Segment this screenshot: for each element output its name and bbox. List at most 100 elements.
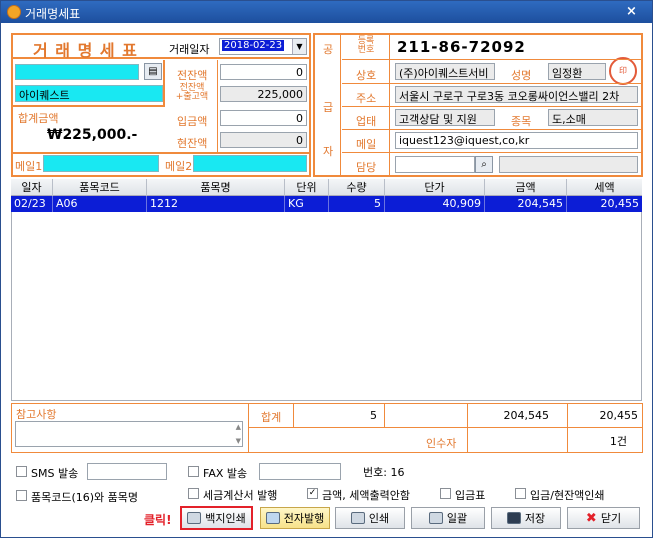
reg-number-label: 등록 번호 [357, 36, 375, 55]
title-bar: 거래명세표 × [1, 1, 652, 23]
scroll-down-icon[interactable]: ▼ [236, 437, 241, 445]
date-label: 거래일자 [169, 43, 210, 56]
invoice-window: 거래명세표 × 거 래 명 세 표 거래일자 2018-02-23 ▼ ▤ 아이… [0, 0, 653, 538]
deposit-slip-label: 입금표 [455, 489, 486, 502]
mail-label: 메일 [356, 138, 377, 151]
supplier-divider-1 [342, 59, 641, 60]
company-label: 상호 [356, 69, 377, 82]
email2-field[interactable] [193, 155, 307, 172]
summary-divider [248, 427, 643, 428]
close-x-icon: ✖ [585, 510, 597, 526]
representative-field: 임정환 [548, 63, 606, 80]
address-label: 주소 [356, 92, 377, 105]
mail-field[interactable]: iquest123@iquest,co,kr [395, 132, 638, 149]
save-button[interactable]: 저장 [491, 507, 561, 529]
summary-total-qty: 5 [370, 409, 377, 422]
save-icon [506, 512, 521, 524]
printer-icon [187, 512, 202, 524]
plain-print-button[interactable]: 백지인쇄 [180, 506, 253, 530]
amount-tax-checkbox[interactable]: ✓ [307, 488, 318, 499]
representative-label: 성명 [511, 69, 532, 82]
contact-detail-field [499, 156, 638, 173]
close-button[interactable]: ✖ 닫기 [567, 507, 640, 529]
cell-price: 40,909 [385, 196, 485, 212]
company-seal: 印 [609, 57, 637, 85]
chevron-down-icon[interactable]: ▼ [292, 39, 306, 54]
table-row[interactable]: 02/23 A06 1212 KG 5 40,909 204,545 20,45… [11, 196, 642, 212]
email1-field[interactable] [43, 155, 159, 172]
fax-checkbox[interactable] [188, 466, 199, 477]
tax-invoice-label: 세금계산서 발행 [203, 489, 278, 502]
fax-label: FAX 발송 [203, 467, 248, 480]
cell-unit: KG [285, 196, 329, 212]
col-code[interactable]: 품목코드 [53, 179, 147, 196]
col-amount[interactable]: 금액 [485, 179, 567, 196]
supplier-divider-5 [342, 152, 641, 153]
summary-col-sep-4 [567, 403, 568, 453]
batch-button[interactable]: 일괄 [411, 507, 485, 529]
supplier-vertical-3: 자 [323, 145, 334, 158]
scroll-up-icon[interactable]: ▲ [236, 423, 241, 431]
col-unit[interactable]: 단위 [285, 179, 329, 196]
summary-total-label: 합계 [261, 411, 282, 424]
tax-invoice-checkbox[interactable] [188, 488, 199, 499]
cell-code: A06 [53, 196, 147, 212]
search-icon[interactable]: ⌕ [475, 156, 493, 173]
folder-icon[interactable]: ▤ [144, 63, 162, 80]
supplier-vertical-1: 공 [323, 43, 334, 56]
print-label: 인쇄 [368, 512, 390, 525]
e-issue-label: 전자발행 [283, 512, 325, 525]
total-label: 합계금액 [18, 112, 59, 125]
col-price[interactable]: 단가 [385, 179, 485, 196]
e-issue-button[interactable]: 전자발행 [260, 507, 330, 529]
number-label: 번호: 16 [363, 466, 405, 479]
plain-print-label: 백지인쇄 [205, 512, 246, 525]
sms-label: SMS 발송 [31, 467, 79, 480]
code-name-checkbox[interactable] [16, 490, 27, 501]
supplier-divider-4 [342, 129, 641, 130]
deposit-label: 입금액 [177, 115, 208, 128]
print-button[interactable]: 인쇄 [335, 507, 405, 529]
col-qty[interactable]: 수량 [329, 179, 385, 196]
contact-label: 담당 [356, 161, 377, 174]
summary-total-amount: 204,545 [503, 409, 550, 422]
app-icon [7, 5, 21, 19]
cell-tax: 20,455 [600, 197, 640, 210]
memo-label: 참고사항 [16, 408, 57, 421]
fax-field[interactable] [259, 463, 341, 480]
sms-field[interactable] [87, 463, 167, 480]
col-name[interactable]: 품목명 [147, 179, 285, 196]
total-value: ₩225,000.- [47, 127, 138, 143]
supplier-divider-3 [342, 106, 641, 107]
batch-label: 일괄 [446, 512, 468, 525]
deposit-field[interactable]: 0 [220, 110, 307, 126]
col-tax[interactable]: 세액 [567, 179, 642, 196]
col-date[interactable]: 일자 [11, 179, 53, 196]
summary-count: 1건 [609, 435, 627, 448]
cell-name: 1212 [147, 196, 285, 212]
email1-label: 메일1 [15, 160, 43, 173]
close-icon[interactable]: × [626, 4, 637, 19]
grid-header: 일자 품목코드 품목명 단위 수량 단가 금액 세액 [11, 179, 642, 196]
company-field: (주)아이퀘스트서비 [395, 63, 495, 80]
current-balance-field: 0 [220, 132, 307, 148]
item-grid [11, 179, 642, 401]
summary-col-sep-1 [293, 403, 294, 427]
deposit-balance-checkbox[interactable] [515, 488, 526, 499]
prev-balance-field[interactable]: 0 [220, 64, 307, 80]
printer-icon [350, 512, 365, 524]
current-balance-label: 현잔액 [177, 137, 208, 150]
deposit-slip-checkbox[interactable] [440, 488, 451, 499]
subtotal-field: 225,000 [220, 86, 307, 102]
reg-number-value: 211-86-72092 [397, 38, 526, 56]
cell-qty: 5 [329, 196, 385, 212]
sms-checkbox[interactable] [16, 466, 27, 477]
buyer-name-field[interactable] [15, 64, 139, 80]
email2-label: 메일2 [165, 160, 193, 173]
buyer-name2-field[interactable]: 아이퀘스트 [15, 85, 163, 102]
memo-field[interactable]: ▲ ▼ [15, 421, 243, 447]
date-picker[interactable]: 2018-02-23 ▼ [219, 38, 307, 55]
business-field: 고객상담 및 지원 [395, 109, 495, 126]
contact-field[interactable] [395, 156, 475, 173]
subtotal-label: 전잔액 +출고액 [175, 83, 209, 102]
